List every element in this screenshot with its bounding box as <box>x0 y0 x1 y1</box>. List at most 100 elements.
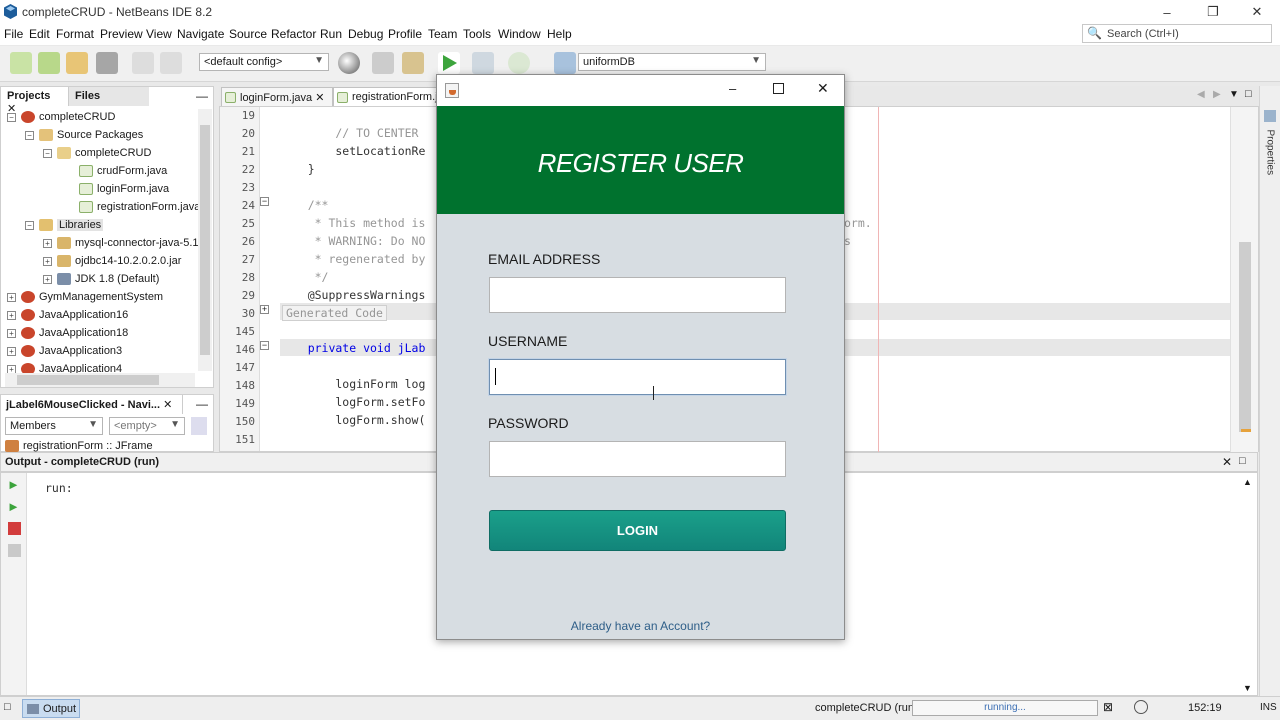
properties-tab[interactable]: Properties <box>1265 130 1276 194</box>
already-have-account-link[interactable]: Already have an Account? <box>437 619 844 633</box>
password-field[interactable] <box>489 441 786 477</box>
new-project-icon[interactable] <box>38 52 60 74</box>
tree-file-registrationform[interactable]: registrationForm.java <box>79 198 200 216</box>
tab-projects[interactable]: Projects ✕ <box>1 87 69 115</box>
filter-select[interactable]: <empty> ▼ <box>109 417 185 435</box>
tab-registrationform[interactable]: registrationForm.ja <box>333 87 445 106</box>
close-icon[interactable]: ✕ <box>315 92 324 104</box>
stop-icon[interactable] <box>8 522 21 535</box>
vertical-scrollbar[interactable] <box>198 109 212 371</box>
settings-icon[interactable] <box>8 544 21 557</box>
tree-file-loginform[interactable]: loginForm.java <box>79 180 169 198</box>
close-icon[interactable]: ✕ <box>1222 455 1232 469</box>
minimize-panel-icon[interactable]: — <box>196 397 208 411</box>
fold-icon[interactable]: − <box>260 341 269 350</box>
editor-scrollbar[interactable] <box>1230 107 1258 453</box>
expand-icon[interactable]: + <box>43 274 52 284</box>
menu-refactor[interactable]: Refactor <box>271 27 316 41</box>
generated-code-fold[interactable]: Generated Code <box>282 305 387 321</box>
tree-lib-jdk[interactable]: + JDK 1.8 (Default) <box>43 270 159 288</box>
expand-icon[interactable]: + <box>7 310 16 320</box>
notifications-icon[interactable] <box>1134 700 1148 714</box>
menu-file[interactable]: File <box>4 27 23 41</box>
expand-icon[interactable]: + <box>43 256 52 266</box>
tab-files[interactable]: Files <box>69 87 149 106</box>
tree-project-javaapp18[interactable]: + JavaApplication18 <box>7 324 128 342</box>
filter-options-icon[interactable] <box>191 417 207 435</box>
minimize-button[interactable]: – <box>1144 0 1190 24</box>
tree-file-crudform[interactable]: crudForm.java <box>79 162 167 180</box>
expand-icon[interactable]: + <box>7 328 16 338</box>
tree-project-javaapp16[interactable]: + JavaApplication16 <box>7 306 128 324</box>
tree-lib-ojdbc[interactable]: + ojdbc14-10.2.0.2.0.jar <box>43 252 181 270</box>
output-window-icon[interactable]: □ <box>4 701 11 713</box>
dialog-minimize-button[interactable]: – <box>729 81 736 96</box>
tab-navigator[interactable]: jLabel6MouseClicked - Navi... ✕ <box>1 395 183 414</box>
menu-help[interactable]: Help <box>547 27 572 41</box>
menu-edit[interactable]: Edit <box>29 27 50 41</box>
rerun-with-params-icon[interactable]: ► <box>7 499 20 514</box>
output-tab-button[interactable]: Output <box>22 699 80 718</box>
tree-project-completecrud[interactable]: − completeCRUD <box>7 108 115 126</box>
config-select[interactable]: <default config> ▼ <box>199 53 329 71</box>
menu-window[interactable]: Window <box>498 27 541 41</box>
tree-project-gym[interactable]: + GymManagementSystem <box>7 288 163 306</box>
expand-icon[interactable]: + <box>7 292 16 302</box>
tree-lib-mysql[interactable]: + mysql-connector-java-5.1 <box>43 234 199 252</box>
tree-libraries[interactable]: − Libraries <box>25 216 104 234</box>
maximize-editor-icon[interactable]: □ <box>1245 88 1252 100</box>
email-field[interactable] <box>489 277 786 313</box>
members-select[interactable]: Members ▼ <box>5 417 103 435</box>
login-button[interactable]: LOGIN <box>489 510 786 551</box>
menu-debug[interactable]: Debug <box>348 27 383 41</box>
tree-project-javaapp3[interactable]: + JavaApplication3 <box>7 342 122 360</box>
properties-icon[interactable] <box>1264 110 1276 122</box>
menu-format[interactable]: Format <box>56 27 94 41</box>
debug-icon[interactable] <box>472 52 494 74</box>
scroll-tabs-right-icon[interactable]: ▶ <box>1213 89 1221 100</box>
tab-loginform[interactable]: loginForm.java ✕ <box>221 87 333 106</box>
menu-team[interactable]: Team <box>428 27 457 41</box>
run-icon[interactable] <box>438 52 460 74</box>
close-icon[interactable]: ✕ <box>163 399 172 411</box>
profile-icon[interactable] <box>508 52 530 74</box>
menu-run[interactable]: Run <box>320 27 342 41</box>
cancel-task-icon[interactable]: ⊠ <box>1103 700 1113 714</box>
close-button[interactable]: ✕ <box>1234 0 1280 24</box>
expand-fold-icon[interactable]: + <box>260 305 269 314</box>
collapse-icon[interactable]: − <box>25 220 34 230</box>
menu-source[interactable]: Source <box>229 27 267 41</box>
fold-icon[interactable]: − <box>260 197 269 206</box>
collapse-icon[interactable]: − <box>43 148 52 158</box>
save-all-icon[interactable] <box>96 52 118 74</box>
horizontal-scrollbar[interactable] <box>5 373 195 387</box>
menu-preview[interactable]: Preview <box>100 27 143 41</box>
database-select[interactable]: uniformDB ▼ <box>578 53 766 71</box>
scroll-up-icon[interactable]: ▲ <box>1243 477 1252 487</box>
open-project-icon[interactable] <box>66 52 88 74</box>
rerun-icon[interactable]: ► <box>7 477 20 492</box>
username-field[interactable] <box>489 359 786 395</box>
redo-icon[interactable] <box>160 52 182 74</box>
tree-package-completecrud[interactable]: − completeCRUD <box>43 144 151 162</box>
expand-icon[interactable]: + <box>7 346 16 356</box>
collapse-icon[interactable]: − <box>25 130 34 140</box>
scroll-tabs-left-icon[interactable]: ◀ <box>1197 89 1205 100</box>
tab-list-icon[interactable]: ▼ <box>1229 89 1239 100</box>
maximize-output-icon[interactable]: □ <box>1239 455 1246 467</box>
new-file-icon[interactable] <box>10 52 32 74</box>
scroll-down-icon[interactable]: ▼ <box>1243 683 1252 693</box>
tree-source-packages[interactable]: − Source Packages <box>25 126 143 144</box>
undo-icon[interactable] <box>132 52 154 74</box>
build-hammer-icon[interactable] <box>372 52 394 74</box>
expand-icon[interactable]: + <box>43 238 52 248</box>
menu-profile[interactable]: Profile <box>388 27 422 41</box>
dialog-maximize-button[interactable] <box>773 83 784 94</box>
menu-navigate[interactable]: Navigate <box>177 27 224 41</box>
dialog-close-button[interactable]: ✕ <box>817 80 829 97</box>
menu-tools[interactable]: Tools <box>463 27 491 41</box>
clean-build-icon[interactable] <box>402 52 424 74</box>
database-icon[interactable] <box>554 52 576 74</box>
restore-button[interactable]: ❐ <box>1190 0 1236 24</box>
menu-view[interactable]: View <box>146 27 172 41</box>
